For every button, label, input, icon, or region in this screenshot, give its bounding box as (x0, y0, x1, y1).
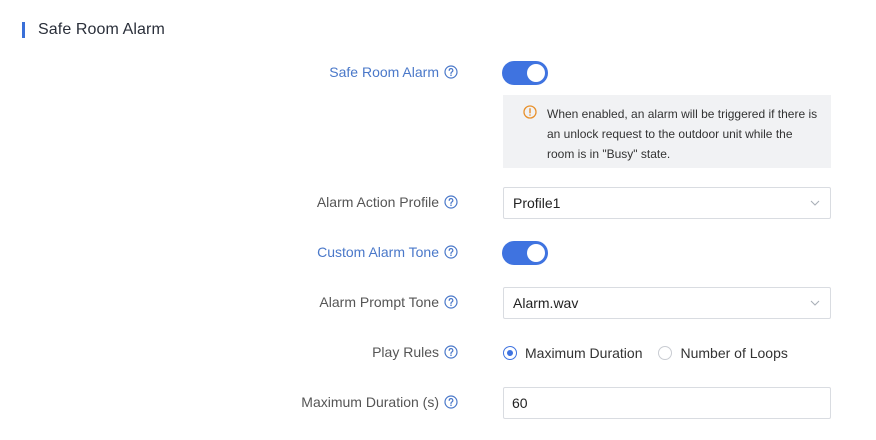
radio-number-of-loops[interactable]: Number of Loops (658, 345, 788, 361)
section-header: Safe Room Alarm (22, 20, 165, 40)
safe-room-alarm-toggle[interactable] (502, 61, 548, 85)
alarm-prompt-tone-value: Alarm.wav (513, 295, 579, 311)
help-icon[interactable] (444, 395, 458, 409)
chevron-down-icon (810, 300, 820, 306)
play-rules-radio-group: Maximum Duration Number of Loops (503, 343, 804, 363)
alarm-prompt-tone-label-group: Alarm Prompt Tone (319, 292, 458, 312)
help-icon[interactable] (444, 345, 458, 359)
maximum-duration-label-group: Maximum Duration (s) (301, 392, 458, 412)
section-title: Safe Room Alarm (38, 21, 165, 38)
help-icon[interactable] (444, 65, 458, 79)
chevron-down-icon (810, 200, 820, 206)
safe-room-alarm-label: Safe Room Alarm (329, 64, 439, 80)
section-accent-bar (22, 22, 25, 38)
safe-room-alarm-label-group: Safe Room Alarm (329, 62, 458, 82)
radio-label: Maximum Duration (525, 345, 643, 361)
info-notice: When enabled, an alarm will be triggered… (503, 95, 831, 168)
alarm-action-profile-value: Profile1 (513, 195, 561, 211)
custom-alarm-tone-label: Custom Alarm Tone (317, 244, 439, 260)
radio-maximum-duration[interactable]: Maximum Duration (503, 345, 642, 361)
help-icon[interactable] (444, 195, 458, 209)
custom-alarm-tone-toggle[interactable] (502, 241, 548, 265)
alarm-prompt-tone-select[interactable]: Alarm.wav (503, 287, 831, 319)
custom-alarm-tone-label-group: Custom Alarm Tone (317, 242, 458, 262)
toggle-knob (527, 244, 545, 262)
radio-label: Number of Loops (680, 345, 788, 361)
radio-dot[interactable] (658, 346, 673, 360)
alarm-action-profile-label: Alarm Action Profile (316, 194, 439, 210)
help-icon[interactable] (444, 245, 458, 259)
notice-text: When enabled, an alarm will be triggered… (547, 107, 818, 161)
toggle-knob (527, 64, 545, 82)
radio-dot[interactable] (503, 346, 517, 360)
alarm-action-profile-label-group: Alarm Action Profile (317, 192, 458, 212)
maximum-duration-label: Maximum Duration (s) (301, 394, 439, 410)
play-rules-label-group: Play Rules (372, 342, 458, 362)
alarm-action-profile-select[interactable]: Profile1 (503, 187, 831, 219)
help-icon[interactable] (444, 295, 458, 309)
warning-icon (523, 105, 537, 119)
maximum-duration-input[interactable] (503, 387, 831, 419)
alarm-prompt-tone-label: Alarm Prompt Tone (319, 294, 439, 310)
play-rules-label: Play Rules (372, 344, 439, 360)
